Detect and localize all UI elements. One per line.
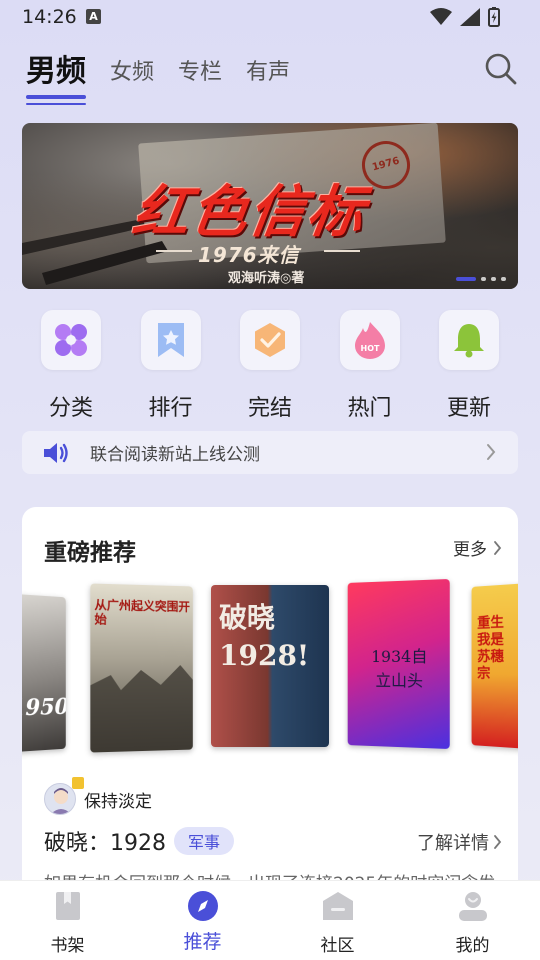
book-cover-title: 重生我是苏穗宗: [477, 614, 504, 682]
category-label: 热门: [347, 396, 392, 421]
hot-flame-icon: HOT: [339, 310, 400, 370]
nav-profile[interactable]: 我的: [423, 881, 523, 960]
category-label: 排行: [148, 396, 193, 421]
nav-label: 社区: [320, 936, 355, 956]
promo-banner[interactable]: 1976 红色信标 1976来信 观海听涛◎著: [22, 123, 518, 289]
book-cover[interactable]: 从广州起义突围开始: [90, 583, 193, 753]
nav-bookshelf[interactable]: 书架: [18, 881, 118, 960]
author-name: 保持淡定: [84, 791, 152, 812]
wifi-icon: [430, 8, 452, 25]
battery-icon: [488, 7, 500, 27]
category-label: 分类: [48, 396, 93, 421]
nav-label: 推荐: [183, 931, 222, 953]
category-label: 更新: [446, 396, 491, 421]
ranking-bookmark-icon: [140, 310, 201, 370]
section-title: 重磅推荐: [44, 540, 136, 566]
chevron-right-icon: [494, 540, 502, 555]
detail-link[interactable]: 了解详情: [417, 829, 502, 855]
vip-badge-icon: [72, 777, 84, 789]
announcement-bar[interactable]: 联合阅读新站上线公测: [22, 431, 518, 474]
book-cover[interactable]: 重生我是苏穗宗: [471, 582, 518, 750]
more-label: 更多: [453, 540, 487, 560]
bottom-navigation: 书架 推荐 社区 我的: [0, 880, 540, 960]
category-hot[interactable]: HOT 热门: [331, 310, 409, 422]
chevron-right-icon: [487, 444, 496, 460]
completed-check-icon: [240, 310, 300, 370]
nav-recommend[interactable]: 推荐: [153, 881, 253, 960]
book-cover-title: 从广州起义突围开始: [94, 597, 190, 627]
status-icons: [430, 7, 500, 27]
category-grid-icon: [41, 310, 101, 370]
banner-dot[interactable]: [491, 277, 496, 281]
banner-subtitle-line-left: [156, 250, 192, 252]
tab-audio[interactable]: 有声: [246, 54, 290, 100]
banner-pagination: [456, 277, 506, 281]
compass-icon: [186, 889, 220, 923]
book-cover-art: [90, 664, 193, 753]
category-label: 完结: [247, 396, 292, 421]
banner-title: 红色信标: [128, 179, 371, 245]
featured-book-row[interactable]: 破晓：1928 军事: [44, 825, 235, 857]
community-icon: [321, 889, 355, 923]
detail-link-label: 了解详情: [417, 833, 489, 854]
chevron-right-icon: [494, 835, 502, 849]
banner-author: 观海听涛◎著: [228, 271, 305, 286]
banner-subtitle: 1976来信: [198, 243, 300, 267]
status-time: 14:26: [22, 6, 77, 28]
search-icon[interactable]: [484, 52, 518, 86]
book-cover-title: 1950: [22, 694, 66, 722]
book-cover[interactable]: 1934自立山头: [347, 578, 450, 750]
category-completed[interactable]: 完结: [231, 310, 309, 422]
author-row[interactable]: 保持淡定: [44, 777, 152, 815]
profile-icon: [456, 889, 490, 923]
tab-column[interactable]: 专栏: [178, 54, 222, 100]
banner-subtitle-line-right: [324, 250, 360, 252]
speaker-icon: [44, 442, 68, 463]
top-tabs: 男频 女频 专栏 有声: [26, 46, 290, 105]
genre-tag: 军事: [174, 827, 235, 855]
notification-a-icon: A: [86, 9, 101, 24]
featured-book-title: 破晓：1928: [44, 831, 166, 856]
nav-label: 书架: [50, 936, 85, 956]
banner-dot[interactable]: [501, 277, 506, 281]
book-cover[interactable]: 1950: [22, 592, 66, 754]
more-link[interactable]: 更多: [453, 535, 502, 560]
tab-female[interactable]: 女频: [110, 54, 154, 100]
category-ranking[interactable]: 排行: [132, 310, 210, 422]
book-cover[interactable]: 破晓1928!: [211, 585, 329, 747]
banner-dot-active[interactable]: [456, 277, 476, 281]
category-shortcuts: 分类 排行 完结 HOT 热门 更新: [22, 310, 518, 422]
banner-dot[interactable]: [481, 277, 486, 281]
status-bar: 14:26 A: [0, 0, 540, 34]
announcement-text: 联合阅读新站上线公测: [90, 445, 260, 465]
update-bell-icon: [439, 310, 499, 370]
category-classify[interactable]: 分类: [32, 310, 110, 422]
nav-community[interactable]: 社区: [288, 881, 388, 960]
category-update[interactable]: 更新: [430, 310, 508, 422]
hot-text: HOT: [360, 344, 379, 353]
recommend-card: 重磅推荐 更多 1950 从广州起义突围开始 破晓1928! 1934自立山头 …: [22, 507, 518, 927]
tab-male[interactable]: 男频: [26, 46, 86, 105]
avatar-illustration: [50, 788, 72, 814]
book-carousel: 1950 从广州起义突围开始 破晓1928! 1934自立山头 重生我是苏穗宗: [22, 578, 518, 759]
nav-label: 我的: [455, 936, 490, 956]
bookshelf-icon: [51, 889, 85, 923]
book-cover-title: 1934自立山头: [371, 646, 428, 691]
signal-icon: [460, 8, 480, 26]
book-cover-title: 破晓1928!: [219, 601, 310, 672]
